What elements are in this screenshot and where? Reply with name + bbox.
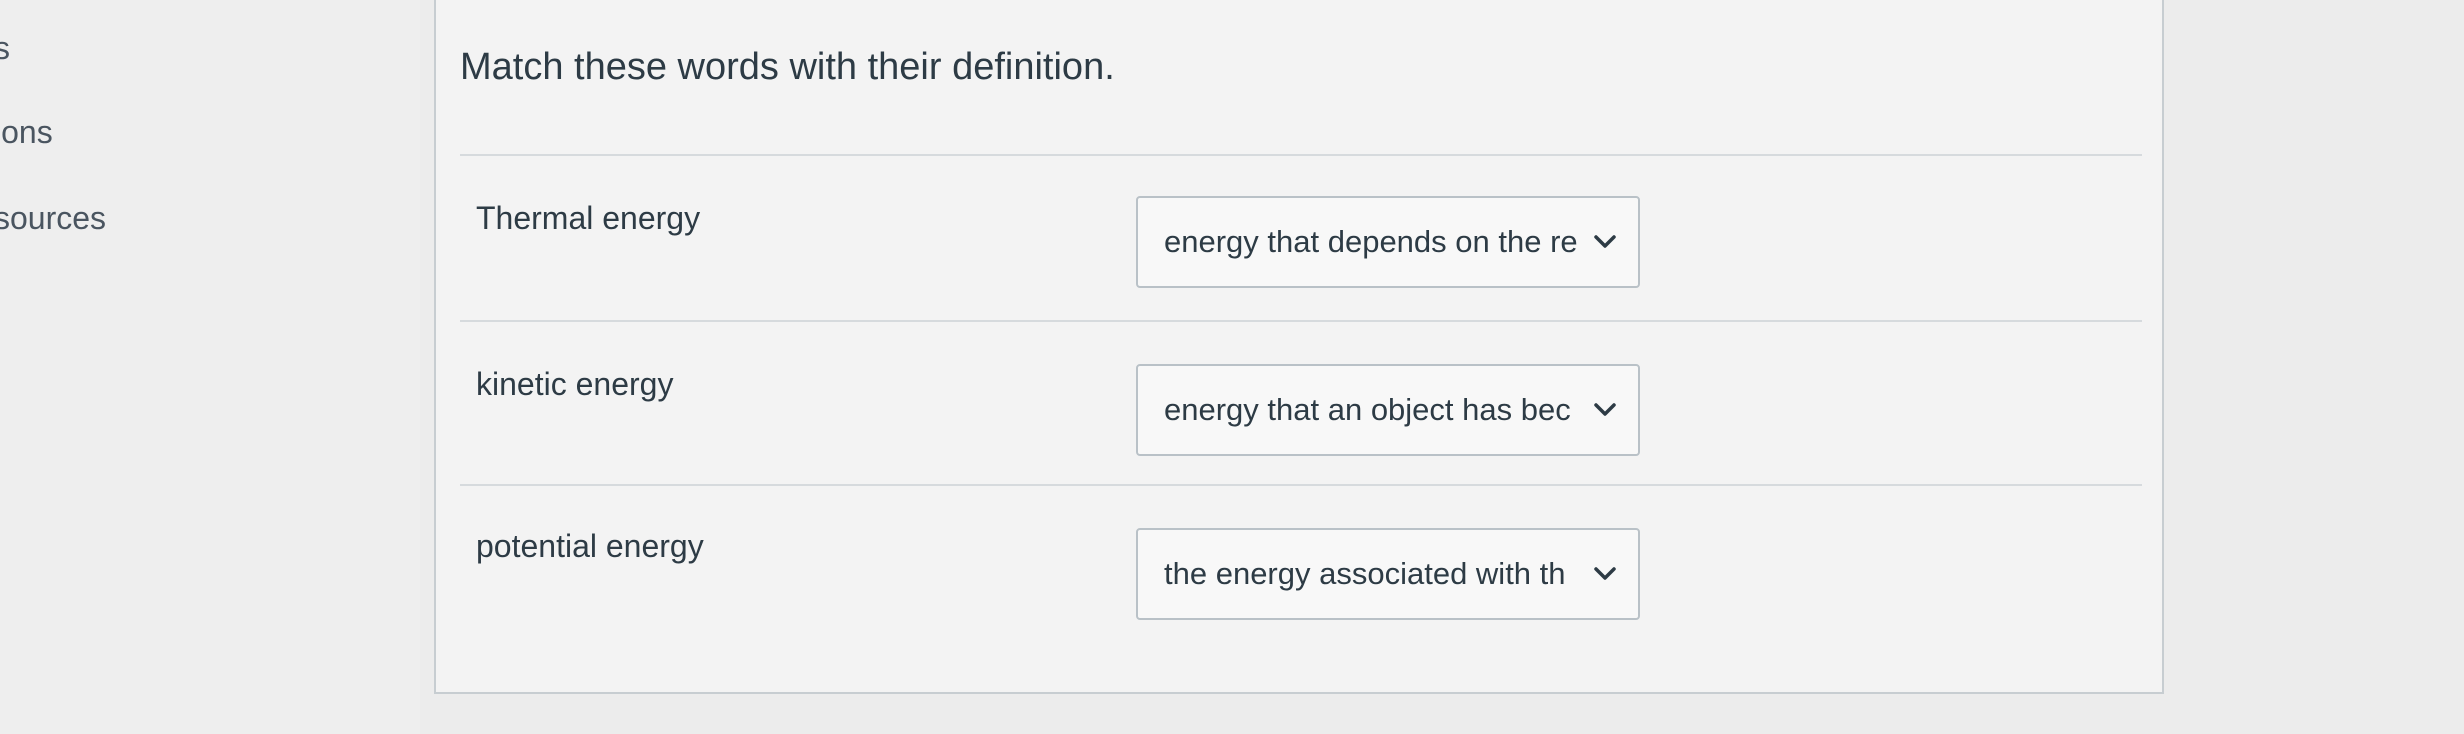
match-term-thermal-energy: Thermal energy (476, 200, 701, 236)
question-prompt: Match these words with their definition. (460, 46, 1115, 88)
nav-item-3[interactable]: sources (0, 200, 106, 237)
divider (460, 484, 2142, 486)
match-select-potential-energy[interactable]: the energy associated with th (1136, 528, 1640, 620)
chevron-down-icon (1588, 393, 1622, 427)
nav-item-2[interactable]: ions (0, 114, 53, 151)
select-value: energy that an object has bec (1164, 392, 1571, 427)
chevron-down-icon (1588, 225, 1622, 259)
chevron-down-icon (1588, 557, 1622, 591)
divider (460, 320, 2142, 322)
match-term-kinetic-energy: kinetic energy (476, 366, 674, 402)
match-term-potential-energy: potential energy (476, 528, 704, 564)
match-select-kinetic-energy[interactable]: energy that an object has bec (1136, 364, 1640, 456)
nav-item-1[interactable]: s (0, 30, 10, 67)
select-value: the energy associated with th (1164, 556, 1566, 591)
match-select-thermal-energy[interactable]: energy that depends on the re (1136, 196, 1640, 288)
divider (460, 154, 2142, 156)
select-value: energy that depends on the re (1164, 224, 1578, 259)
course-navigation: s ions sources (0, 0, 420, 734)
question-panel: Match these words with their definition.… (434, 0, 2164, 694)
